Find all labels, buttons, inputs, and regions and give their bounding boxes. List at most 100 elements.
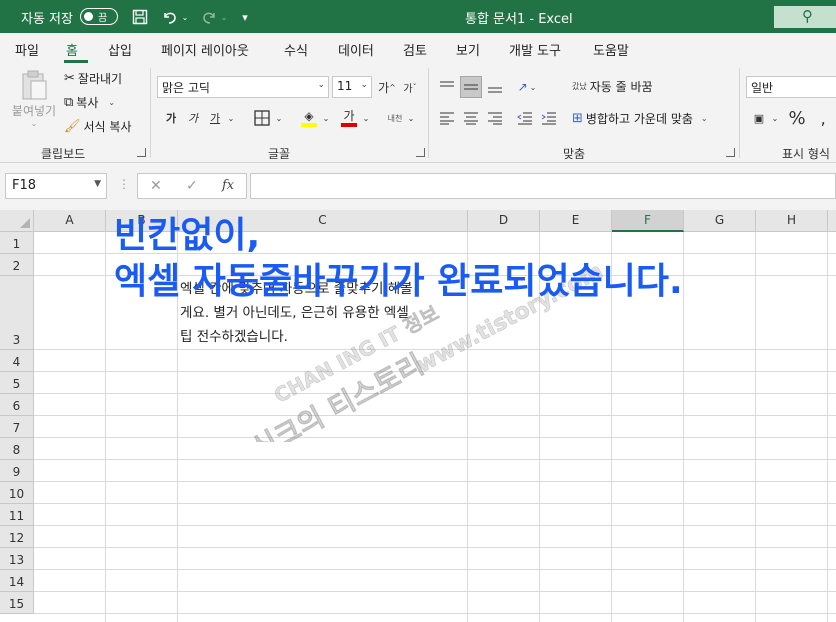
row-header-8[interactable]: 8 [0,438,34,460]
fill-color-button[interactable]: ◈ [298,107,320,129]
cancel-icon[interactable]: ✕ [150,178,162,194]
currency-dropdown-icon[interactable]: ⌄ [768,107,782,129]
row-header-10[interactable]: 10 [0,482,34,504]
autosave-toggle[interactable]: 끔 [80,8,118,25]
cut-button[interactable]: ✂ 잘라내기 [64,70,122,87]
orientation-button[interactable]: ↗ ⌄ [516,76,538,98]
tab-formulas[interactable]: 수식 [284,40,308,59]
font-size-select[interactable]: 11 ⌄ [332,76,372,98]
enter-icon[interactable]: ✓ [186,178,198,194]
row-header-4[interactable]: 4 [0,350,34,372]
row-header-7[interactable]: 7 [0,416,34,438]
format-painter-button[interactable]: 🖌 서식 복사 [64,118,132,135]
insert-function-button[interactable]: fx [222,178,234,193]
save-icon[interactable] [130,7,150,27]
italic-label: 가 [187,112,199,125]
select-all-button[interactable] [0,210,34,232]
gridline [34,569,836,570]
column-header-a[interactable]: A [34,210,106,232]
currency-format-button[interactable]: ▣ [748,107,770,129]
row-header-3[interactable]: 3 [0,276,34,350]
title-bar: 자동 저장 끔 ⌄ ⌄ ▾ 통합 문서1 - Excel ⚲ [0,0,836,33]
tab-developer[interactable]: 개발 도구 [509,40,561,59]
row-header-15[interactable]: 15 [0,592,34,614]
undo-icon[interactable] [160,7,180,27]
row-header-11[interactable]: 11 [0,504,34,526]
tab-help[interactable]: 도움말 [593,40,629,59]
redo-dropdown-icon[interactable]: ⌄ [219,7,229,27]
chevron-down-icon: ⌄ [317,80,325,90]
underline-dropdown-icon[interactable]: ⌄ [224,107,238,129]
merge-center-button[interactable]: ⊞ 병합하고 가운데 맞춤 ⌄ [572,110,708,127]
wrap-text-button[interactable]: 갔났 자동 줄 바꿈 [572,78,653,95]
row-header-14[interactable]: 14 [0,570,34,592]
font-color-button[interactable]: 가 [338,107,360,129]
copy-button[interactable]: ⧉ 복사 ⌄ [64,94,115,111]
shrink-font-button[interactable]: 가ˇ [399,76,421,98]
align-left-icon [440,112,454,125]
row-header-9[interactable]: 9 [0,460,34,482]
borders-button[interactable] [251,107,273,129]
tab-data[interactable]: 데이터 [338,40,374,59]
tab-view[interactable]: 보기 [456,40,480,59]
row-header-5[interactable]: 5 [0,372,34,394]
merge-cells-icon: ⊞ [572,111,583,126]
comma-style-button[interactable]: ‚ [812,107,834,129]
bold-button[interactable]: 가 [160,107,182,129]
column-header-g[interactable]: G [684,210,756,232]
alignment-dialog-launcher[interactable] [726,148,735,157]
font-dialog-launcher[interactable] [416,148,425,157]
window-title: 통합 문서1 - Excel [465,12,573,27]
clipboard-dialog-launcher[interactable] [137,148,146,157]
paste-label: 붙여넣기 [11,104,57,118]
row-header-1[interactable]: 1 [0,232,34,254]
row-header-13[interactable]: 13 [0,548,34,570]
gridline [34,591,836,592]
align-center-button[interactable] [460,107,482,129]
tab-page-layout[interactable]: 페이지 레이아웃 [161,40,249,59]
align-top-button[interactable] [436,76,458,98]
search-box[interactable]: ⚲ [774,6,836,28]
undo-dropdown-icon[interactable]: ⌄ [180,7,190,27]
number-format-select[interactable]: 일반 [746,76,836,98]
tab-home[interactable]: 홈 [66,40,78,59]
increase-indent-button[interactable] [538,107,560,129]
customize-quick-access-icon[interactable]: ▾ [238,7,252,27]
align-left-button[interactable] [436,107,458,129]
formula-bar: F18 ▼ ⋮ ✕ ✓ fx [0,163,836,210]
font-color-dropdown-icon[interactable]: ⌄ [359,107,373,129]
decrease-indent-button[interactable] [514,107,536,129]
group-separator [150,68,151,158]
paste-button[interactable]: 붙여넣기 ⌄ [9,69,59,128]
borders-dropdown-icon[interactable]: ⌄ [272,107,286,129]
redo-icon[interactable] [199,7,219,27]
align-right-button[interactable] [484,107,506,129]
gridline [34,459,836,460]
row-header-6[interactable]: 6 [0,394,34,416]
font-name-select[interactable]: 맑은 고딕 ⌄ [157,76,329,98]
grow-font-button[interactable]: 가 ^ [376,76,398,98]
format-painter-label: 서식 복사 [83,120,132,134]
tab-review[interactable]: 검토 [403,40,427,59]
column-header-h[interactable]: H [756,210,828,232]
gridline [827,232,828,622]
formula-bar-grip-icon[interactable]: ⋮ [118,177,130,191]
phonetic-dropdown-icon[interactable]: ⌄ [404,107,418,129]
row-header-12[interactable]: 12 [0,526,34,548]
formula-input[interactable] [250,173,836,199]
percent-style-button[interactable]: % [786,107,808,129]
align-bottom-button[interactable] [484,76,506,98]
row-header-2[interactable]: 2 [0,254,34,276]
italic-button[interactable]: 가 [182,107,204,129]
fill-color-dropdown-icon[interactable]: ⌄ [319,107,333,129]
gridline [34,437,836,438]
name-box[interactable]: F18 ▼ [5,173,107,199]
phonetic-guide-button[interactable]: 내천 [384,107,406,129]
tab-insert[interactable]: 삽입 [108,40,132,59]
copy-dropdown-icon: ⌄ [108,98,116,107]
tab-file[interactable]: 파일 [15,40,39,59]
column-header-partial[interactable] [828,210,836,232]
underline-button[interactable]: 가 [204,107,226,129]
currency-icon: ▣ [753,111,765,125]
align-middle-button[interactable] [460,76,482,98]
